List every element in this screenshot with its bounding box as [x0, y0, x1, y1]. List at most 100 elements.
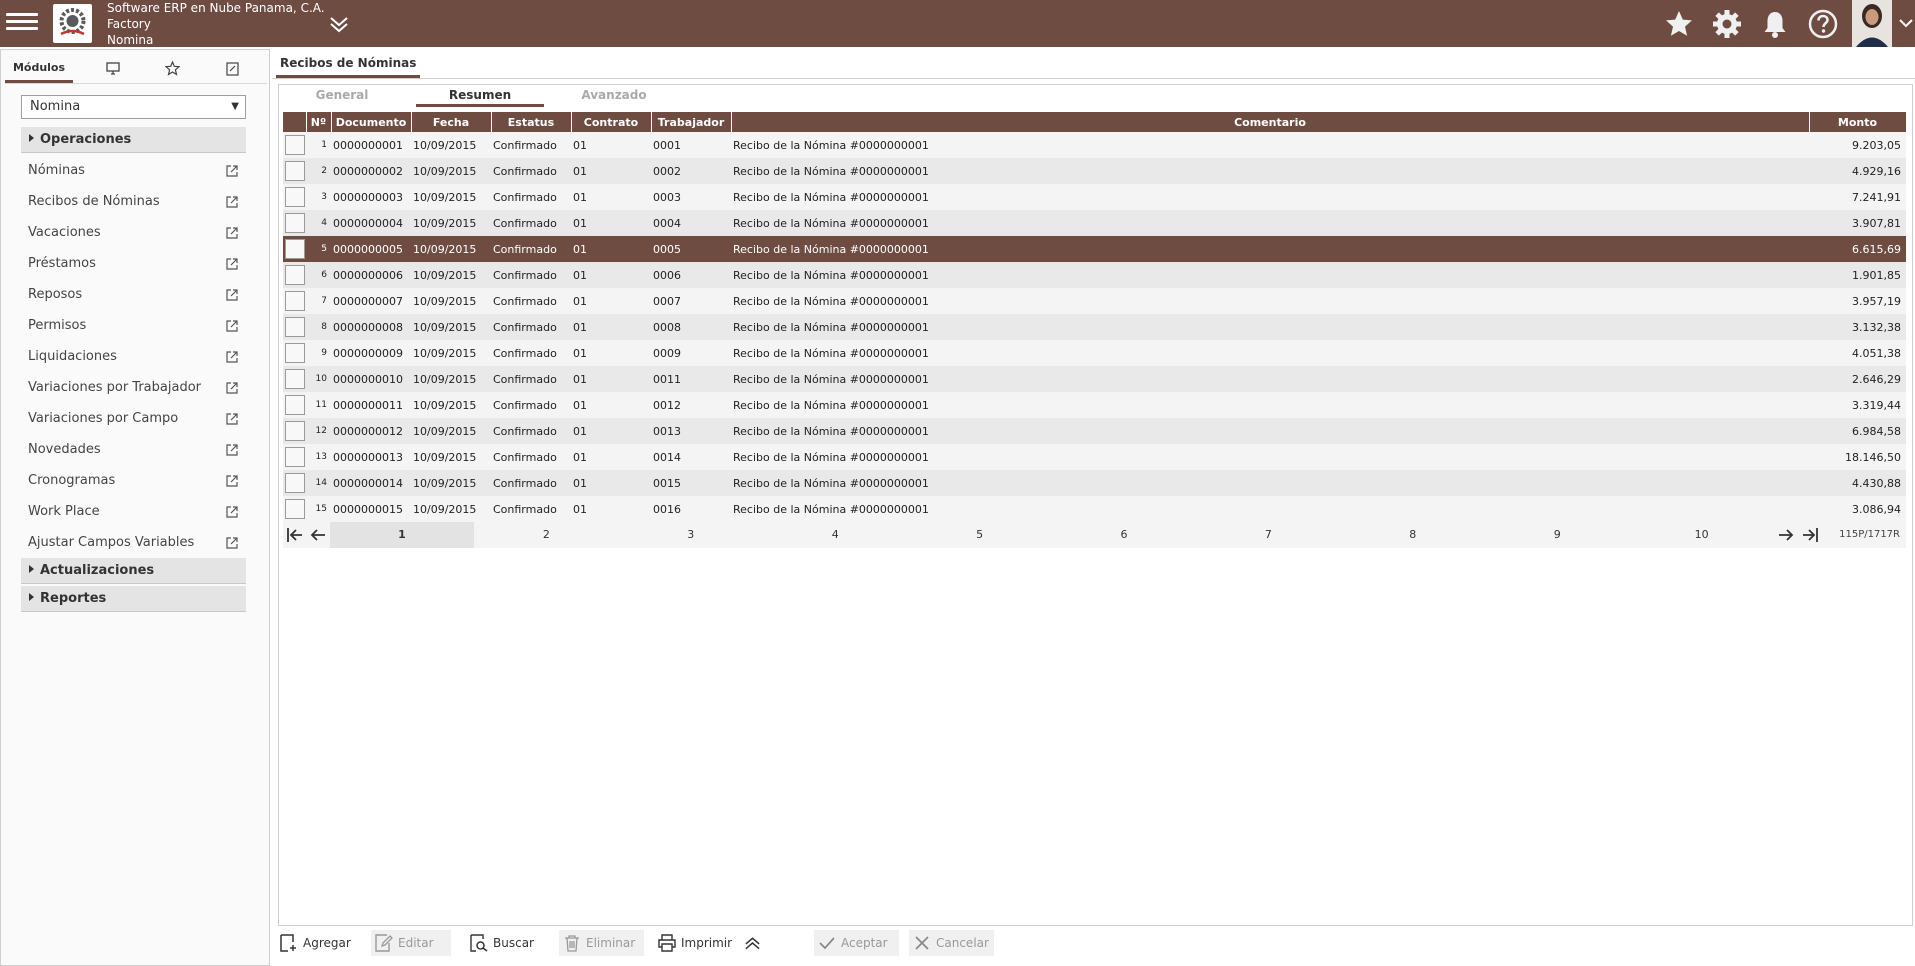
open-external-icon[interactable]: [226, 320, 238, 332]
help-question-icon[interactable]: [1807, 8, 1839, 40]
section-operaciones[interactable]: Operaciones: [21, 127, 246, 153]
last-page-icon[interactable]: [1801, 526, 1819, 544]
open-external-icon[interactable]: [226, 165, 238, 177]
row-checkbox[interactable]: [285, 291, 305, 311]
page-number[interactable]: 1: [330, 522, 474, 548]
open-external-icon[interactable]: [226, 413, 238, 425]
table-row[interactable]: 8 0000000008 10/09/2015 Confirmado 01 0008 Rec…: [283, 314, 1906, 340]
section-actualizaciones[interactable]: Actualizaciones: [21, 558, 246, 584]
hamburger-menu-icon[interactable]: [6, 9, 38, 37]
aceptar-button[interactable]: Aceptar: [814, 930, 899, 956]
user-menu-chevron-icon[interactable]: [1897, 14, 1915, 32]
col-numero[interactable]: Nº: [306, 112, 332, 132]
menu-item[interactable]: Reposos: [28, 282, 243, 308]
table-row[interactable]: 6 0000000006 10/09/2015 Confirmado 01 0006 Rec…: [283, 262, 1906, 288]
editar-button[interactable]: Editar: [371, 930, 451, 956]
open-external-icon[interactable]: [226, 506, 238, 518]
cancelar-button[interactable]: Cancelar: [909, 930, 994, 956]
row-checkbox[interactable]: [285, 473, 305, 493]
section-reportes[interactable]: Reportes: [21, 586, 246, 612]
menu-item[interactable]: Nóminas: [28, 158, 243, 184]
row-checkbox[interactable]: [285, 135, 305, 155]
open-external-icon[interactable]: [226, 475, 238, 487]
page-number[interactable]: 3: [619, 522, 763, 548]
menu-item[interactable]: Liquidaciones: [28, 344, 243, 370]
menu-item[interactable]: Variaciones por Trabajador: [28, 375, 243, 401]
expand-toolbar-button[interactable]: [740, 930, 766, 956]
open-external-icon[interactable]: [226, 258, 238, 270]
table-row[interactable]: 2 0000000002 10/09/2015 Confirmado 01 0002 Rec…: [283, 158, 1906, 184]
imprimir-button[interactable]: Imprimir: [654, 930, 739, 956]
row-checkbox[interactable]: [285, 317, 305, 337]
module-select[interactable]: Nomina ▼: [21, 95, 246, 119]
row-checkbox[interactable]: [285, 447, 305, 467]
row-checkbox[interactable]: [285, 395, 305, 415]
page-number[interactable]: 7: [1196, 522, 1340, 548]
next-page-icon[interactable]: [1777, 526, 1795, 544]
menu-item[interactable]: Variaciones por Campo: [28, 406, 243, 432]
tab-notes[interactable]: [203, 54, 261, 83]
row-checkbox[interactable]: [285, 499, 305, 519]
buscar-button[interactable]: Buscar: [466, 930, 541, 956]
open-external-icon[interactable]: [226, 444, 238, 456]
page-number[interactable]: 9: [1485, 522, 1629, 548]
table-row[interactable]: 13 0000000013 10/09/2015 Confirmado 01 0014 Re…: [283, 444, 1906, 470]
user-avatar[interactable]: [1852, 0, 1892, 47]
col-contrato[interactable]: Contrato: [571, 112, 652, 132]
menu-item[interactable]: Cronogramas: [28, 468, 243, 494]
table-row[interactable]: 9 0000000009 10/09/2015 Confirmado 01 0009 Rec…: [283, 340, 1906, 366]
page-number[interactable]: 4: [763, 522, 907, 548]
menu-item[interactable]: Préstamos: [28, 251, 243, 277]
page-number[interactable]: 8: [1341, 522, 1485, 548]
menu-item[interactable]: Ajustar Campos Variables: [28, 530, 243, 556]
table-row[interactable]: 7 0000000007 10/09/2015 Confirmado 01 0007 Rec…: [283, 288, 1906, 314]
menu-item[interactable]: Permisos: [28, 313, 243, 339]
table-row[interactable]: 1 0000000001 10/09/2015 Confirmado 01 0001 Rec…: [283, 132, 1906, 158]
notifications-bell-icon[interactable]: [1759, 8, 1791, 40]
table-row[interactable]: 12 0000000012 10/09/2015 Confirmado 01 0013 Re…: [283, 418, 1906, 444]
page-number[interactable]: 6: [1052, 522, 1196, 548]
tab-favorites[interactable]: [143, 54, 201, 83]
settings-gear-icon[interactable]: [1711, 8, 1743, 40]
menu-item[interactable]: Work Place: [28, 499, 243, 525]
subtab-resumen[interactable]: Resumen: [416, 85, 544, 107]
table-row[interactable]: 10 0000000010 10/09/2015 Confirmado 01 0011 Re…: [283, 366, 1906, 392]
subtab-general[interactable]: General: [278, 85, 406, 107]
col-documento[interactable]: Documento: [331, 112, 412, 132]
open-external-icon[interactable]: [226, 382, 238, 394]
first-page-icon[interactable]: [286, 526, 304, 544]
page-number[interactable]: 5: [908, 522, 1052, 548]
row-checkbox[interactable]: [285, 213, 305, 233]
table-row[interactable]: 11 0000000011 10/09/2015 Confirmado 01 0012 Re…: [283, 392, 1906, 418]
table-row[interactable]: 3 0000000003 10/09/2015 Confirmado 01 0003 Rec…: [283, 184, 1906, 210]
row-checkbox[interactable]: [285, 369, 305, 389]
menu-item[interactable]: Vacaciones: [28, 220, 243, 246]
prev-page-icon[interactable]: [309, 526, 327, 544]
subtab-avanzado[interactable]: Avanzado: [550, 85, 678, 107]
table-row[interactable]: 15 0000000015 10/09/2015 Confirmado 01 0016 Re…: [283, 496, 1906, 522]
row-checkbox[interactable]: [285, 265, 305, 285]
menu-item[interactable]: Recibos de Nóminas: [28, 189, 243, 215]
col-monto[interactable]: Monto: [1809, 112, 1907, 132]
row-checkbox[interactable]: [285, 187, 305, 207]
row-checkbox[interactable]: [285, 343, 305, 363]
tab-desktop[interactable]: [85, 54, 141, 83]
col-estatus[interactable]: Estatus: [491, 112, 572, 132]
table-row[interactable]: 14 0000000014 10/09/2015 Confirmado 01 0015 Re…: [283, 470, 1906, 496]
tab-modulos[interactable]: Módulos: [5, 54, 73, 83]
page-number[interactable]: 10: [1630, 522, 1774, 548]
agregar-button[interactable]: Agregar: [276, 930, 356, 956]
row-checkbox[interactable]: [285, 239, 305, 259]
row-checkbox[interactable]: [285, 421, 305, 441]
page-number[interactable]: 2: [474, 522, 618, 548]
menu-item[interactable]: Novedades: [28, 437, 243, 463]
open-external-icon[interactable]: [226, 289, 238, 301]
col-comentario[interactable]: Comentario: [731, 112, 1810, 132]
eliminar-button[interactable]: Eliminar: [559, 930, 644, 956]
col-trabajador[interactable]: Trabajador: [651, 112, 732, 132]
table-row[interactable]: 5 0000000005 10/09/2015 Confirmado 01 0005 Rec…: [283, 236, 1906, 262]
favorites-star-icon[interactable]: [1663, 8, 1695, 40]
open-external-icon[interactable]: [226, 351, 238, 363]
open-external-icon[interactable]: [226, 196, 238, 208]
open-external-icon[interactable]: [226, 227, 238, 239]
